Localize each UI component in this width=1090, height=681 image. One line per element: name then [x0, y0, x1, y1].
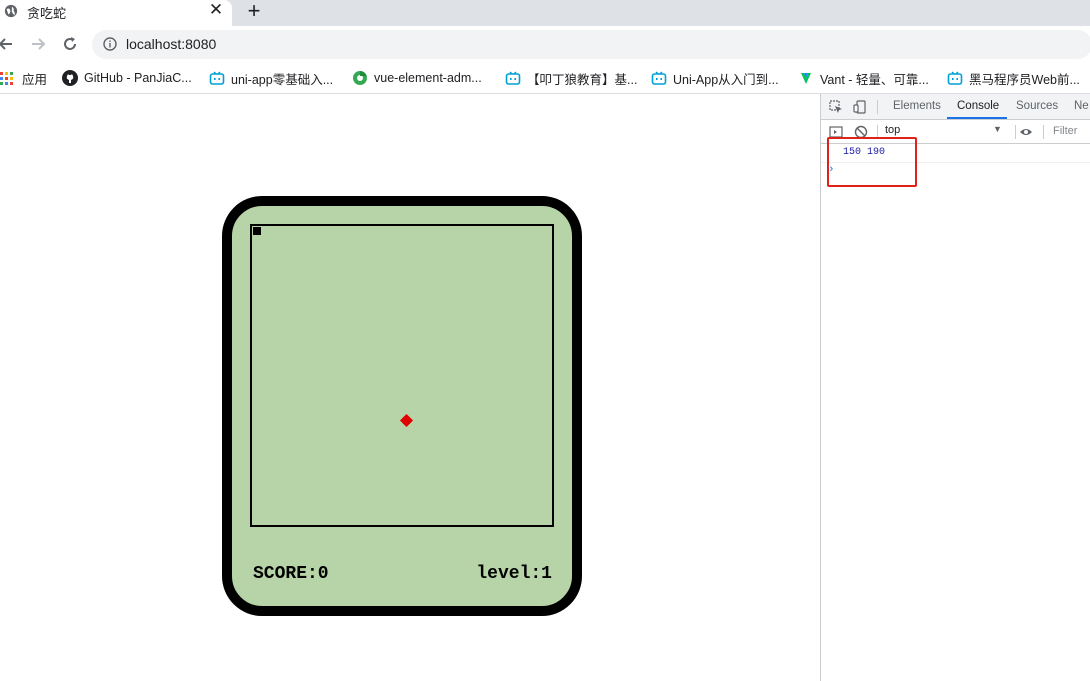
device-toolbar-icon[interactable]: [853, 100, 867, 114]
snake-head: [253, 227, 261, 235]
score-label: SCORE:0: [253, 564, 329, 584]
red-highlight-box: [827, 137, 917, 187]
apps-grid-icon: [0, 71, 13, 85]
bookmark-label: 应用: [22, 72, 48, 87]
bookmark-apps[interactable]: 应用: [0, 68, 47, 88]
inspect-element-icon[interactable]: [829, 100, 843, 114]
browser-toolbar: localhost:8080: [0, 26, 1090, 63]
tab-console[interactable]: Console: [957, 100, 999, 112]
bookmark-label: GitHub - PanJiaC...: [84, 71, 192, 85]
github-icon: [62, 70, 78, 86]
bookmark-label: Vant - 轻量、可靠...: [820, 72, 929, 87]
bilibili-icon: [947, 71, 963, 85]
bookmark-vue-element-admin[interactable]: vue-element-adm...: [352, 68, 482, 88]
new-tab-button[interactable]: +: [244, 0, 264, 22]
toolbar-divider: [877, 100, 878, 114]
filter-input[interactable]: Filter: [1053, 125, 1077, 137]
bookmark-label: 【叩丁狼教育】基...: [527, 72, 638, 87]
food: [399, 413, 414, 428]
url-text: localhost:8080: [126, 36, 217, 52]
chrome-web-icon: [353, 71, 367, 85]
reload-icon[interactable]: [60, 34, 80, 54]
bookmark-vant[interactable]: Vant - 轻量、可靠...: [798, 68, 929, 88]
bookmark-uniapp-course[interactable]: uni-app零基础入...: [209, 68, 333, 88]
bilibili-icon: [209, 71, 225, 85]
tab-network[interactable]: Ne: [1074, 100, 1089, 112]
tab-elements[interactable]: Elements: [893, 100, 941, 112]
tab-sources[interactable]: Sources: [1016, 100, 1058, 112]
level-label: level:1: [476, 564, 552, 584]
bookmarks-bar: 应用 GitHub - PanJiaC... uni-app零基础入... vu…: [0, 63, 1090, 94]
bookmark-label: uni-app零基础入...: [231, 72, 334, 87]
toolbar-divider: [1015, 125, 1016, 139]
eye-icon[interactable]: [1019, 125, 1033, 139]
forward-icon[interactable]: [28, 34, 48, 54]
bookmark-label: vue-element-adm...: [374, 71, 482, 85]
vant-icon: [801, 73, 811, 84]
devtools-tabbar: Elements Console Sources Ne: [821, 94, 1090, 120]
globe-icon: [4, 4, 18, 18]
bilibili-icon: [505, 71, 521, 85]
tab-title: 贪吃蛇: [27, 6, 67, 21]
game-stage: [250, 224, 554, 527]
bookmark-label: Uni-App从入门到...: [673, 72, 779, 87]
bilibili-icon: [651, 71, 667, 85]
back-icon[interactable]: [0, 34, 16, 54]
bookmark-uniapp-intro[interactable]: Uni-App从入门到...: [651, 68, 779, 88]
browser-tab[interactable]: 贪吃蛇 ✕: [0, 0, 232, 26]
bookmark-github[interactable]: GitHub - PanJiaC...: [62, 68, 192, 88]
bookmark-koudingland[interactable]: 【叩丁狼教育】基...: [505, 68, 637, 88]
tab-strip: 贪吃蛇 ✕ +: [0, 0, 1090, 26]
bookmark-itheima[interactable]: 黑马程序员Web前...: [947, 68, 1080, 88]
info-icon[interactable]: [103, 37, 117, 51]
toolbar-divider: [1043, 125, 1044, 139]
devtools-panel: Elements Console Sources Ne top ▼ Filter…: [820, 94, 1090, 681]
game-device-frame: SCORE:0 level:1: [222, 196, 582, 616]
chevron-down-icon[interactable]: ▼: [993, 124, 1002, 134]
active-tab-indicator: [947, 117, 1007, 119]
bookmark-label: 黑马程序员Web前...: [969, 72, 1080, 87]
tab-close-icon[interactable]: ✕: [207, 1, 225, 19]
address-bar[interactable]: localhost:8080: [92, 30, 1090, 59]
page-viewport: SCORE:0 level:1: [0, 94, 820, 681]
